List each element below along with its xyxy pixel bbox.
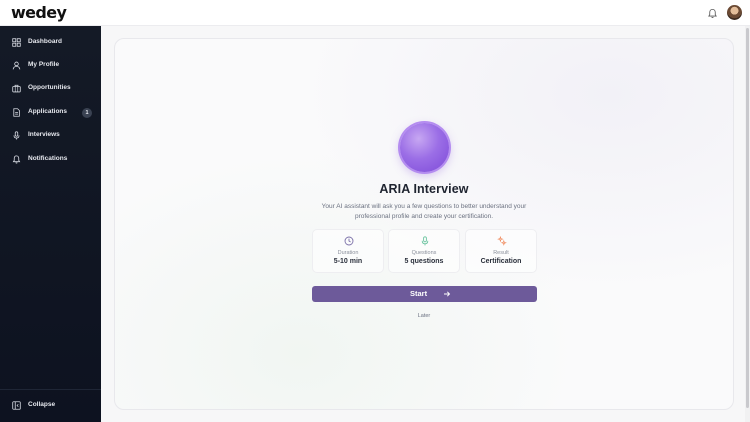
microphone-icon <box>421 236 429 246</box>
avatar[interactable] <box>727 5 742 20</box>
stat-label: Questions <box>411 250 437 256</box>
document-icon <box>13 108 20 117</box>
stat-value: 5 questions <box>404 258 444 265</box>
bell-icon <box>12 155 21 164</box>
collapse-label: Collapse <box>28 401 56 408</box>
app-logo[interactable]: wedey <box>11 3 67 22</box>
grid-icon <box>12 38 21 47</box>
later-link[interactable]: Later <box>404 313 444 319</box>
stat-label: Result <box>493 250 509 256</box>
stat-label: Duration <box>337 250 359 256</box>
start-button-label: Start <box>410 289 428 298</box>
stat-result: Result Certification <box>465 229 537 273</box>
count-badge: 1 <box>82 108 92 118</box>
stat-value: Certification <box>480 258 522 265</box>
stat-questions: Questions 5 questions <box>388 229 460 273</box>
user-icon <box>12 61 21 70</box>
sidebar-item-label: Notifications <box>28 155 68 162</box>
interview-card <box>114 38 734 410</box>
sidebar-item-applications[interactable]: Applications 1 <box>0 103 101 123</box>
top-bar: wedey <box>0 0 750 26</box>
sidebar-item-label: Interviews <box>28 131 60 138</box>
page-title: ARIA Interview <box>379 182 469 196</box>
briefcase-icon <box>12 84 21 93</box>
clock-icon <box>344 236 354 246</box>
scrollbar-thumb[interactable] <box>746 28 749 408</box>
sparkle-icon <box>497 236 507 246</box>
microphone-icon <box>13 131 20 140</box>
aria-orb <box>400 123 449 172</box>
bell-icon[interactable] <box>707 8 718 19</box>
stat-value: 5-10 min <box>333 258 363 265</box>
sidebar-item-label: Dashboard <box>28 38 62 45</box>
sidebar-item-notifications[interactable]: Notifications <box>0 150 101 170</box>
collapse-button[interactable]: Collapse <box>0 396 101 416</box>
sidebar-item-label: My Profile <box>28 61 60 68</box>
arrow-right-icon <box>444 291 451 297</box>
sidebar-divider <box>0 389 101 390</box>
sidebar: Dashboard My Profile Opportunities Appli… <box>0 26 101 422</box>
stat-duration: Duration 5-10 min <box>312 229 384 273</box>
sidebar-item-interviews[interactable]: Interviews <box>0 126 101 146</box>
sidebar-item-my-profile[interactable]: My Profile <box>0 56 101 76</box>
sidebar-item-label: Applications <box>28 108 68 115</box>
interview-description: Your AI assistant will ask you a few que… <box>321 203 527 220</box>
scrollbar[interactable] <box>745 26 750 422</box>
sidebar-item-label: Opportunities <box>28 84 71 91</box>
sidebar-item-dashboard[interactable]: Dashboard <box>0 33 101 53</box>
sidebar-collapse-icon <box>12 401 21 410</box>
start-button[interactable]: Start <box>312 286 537 302</box>
sidebar-item-opportunities[interactable]: Opportunities <box>0 79 101 99</box>
